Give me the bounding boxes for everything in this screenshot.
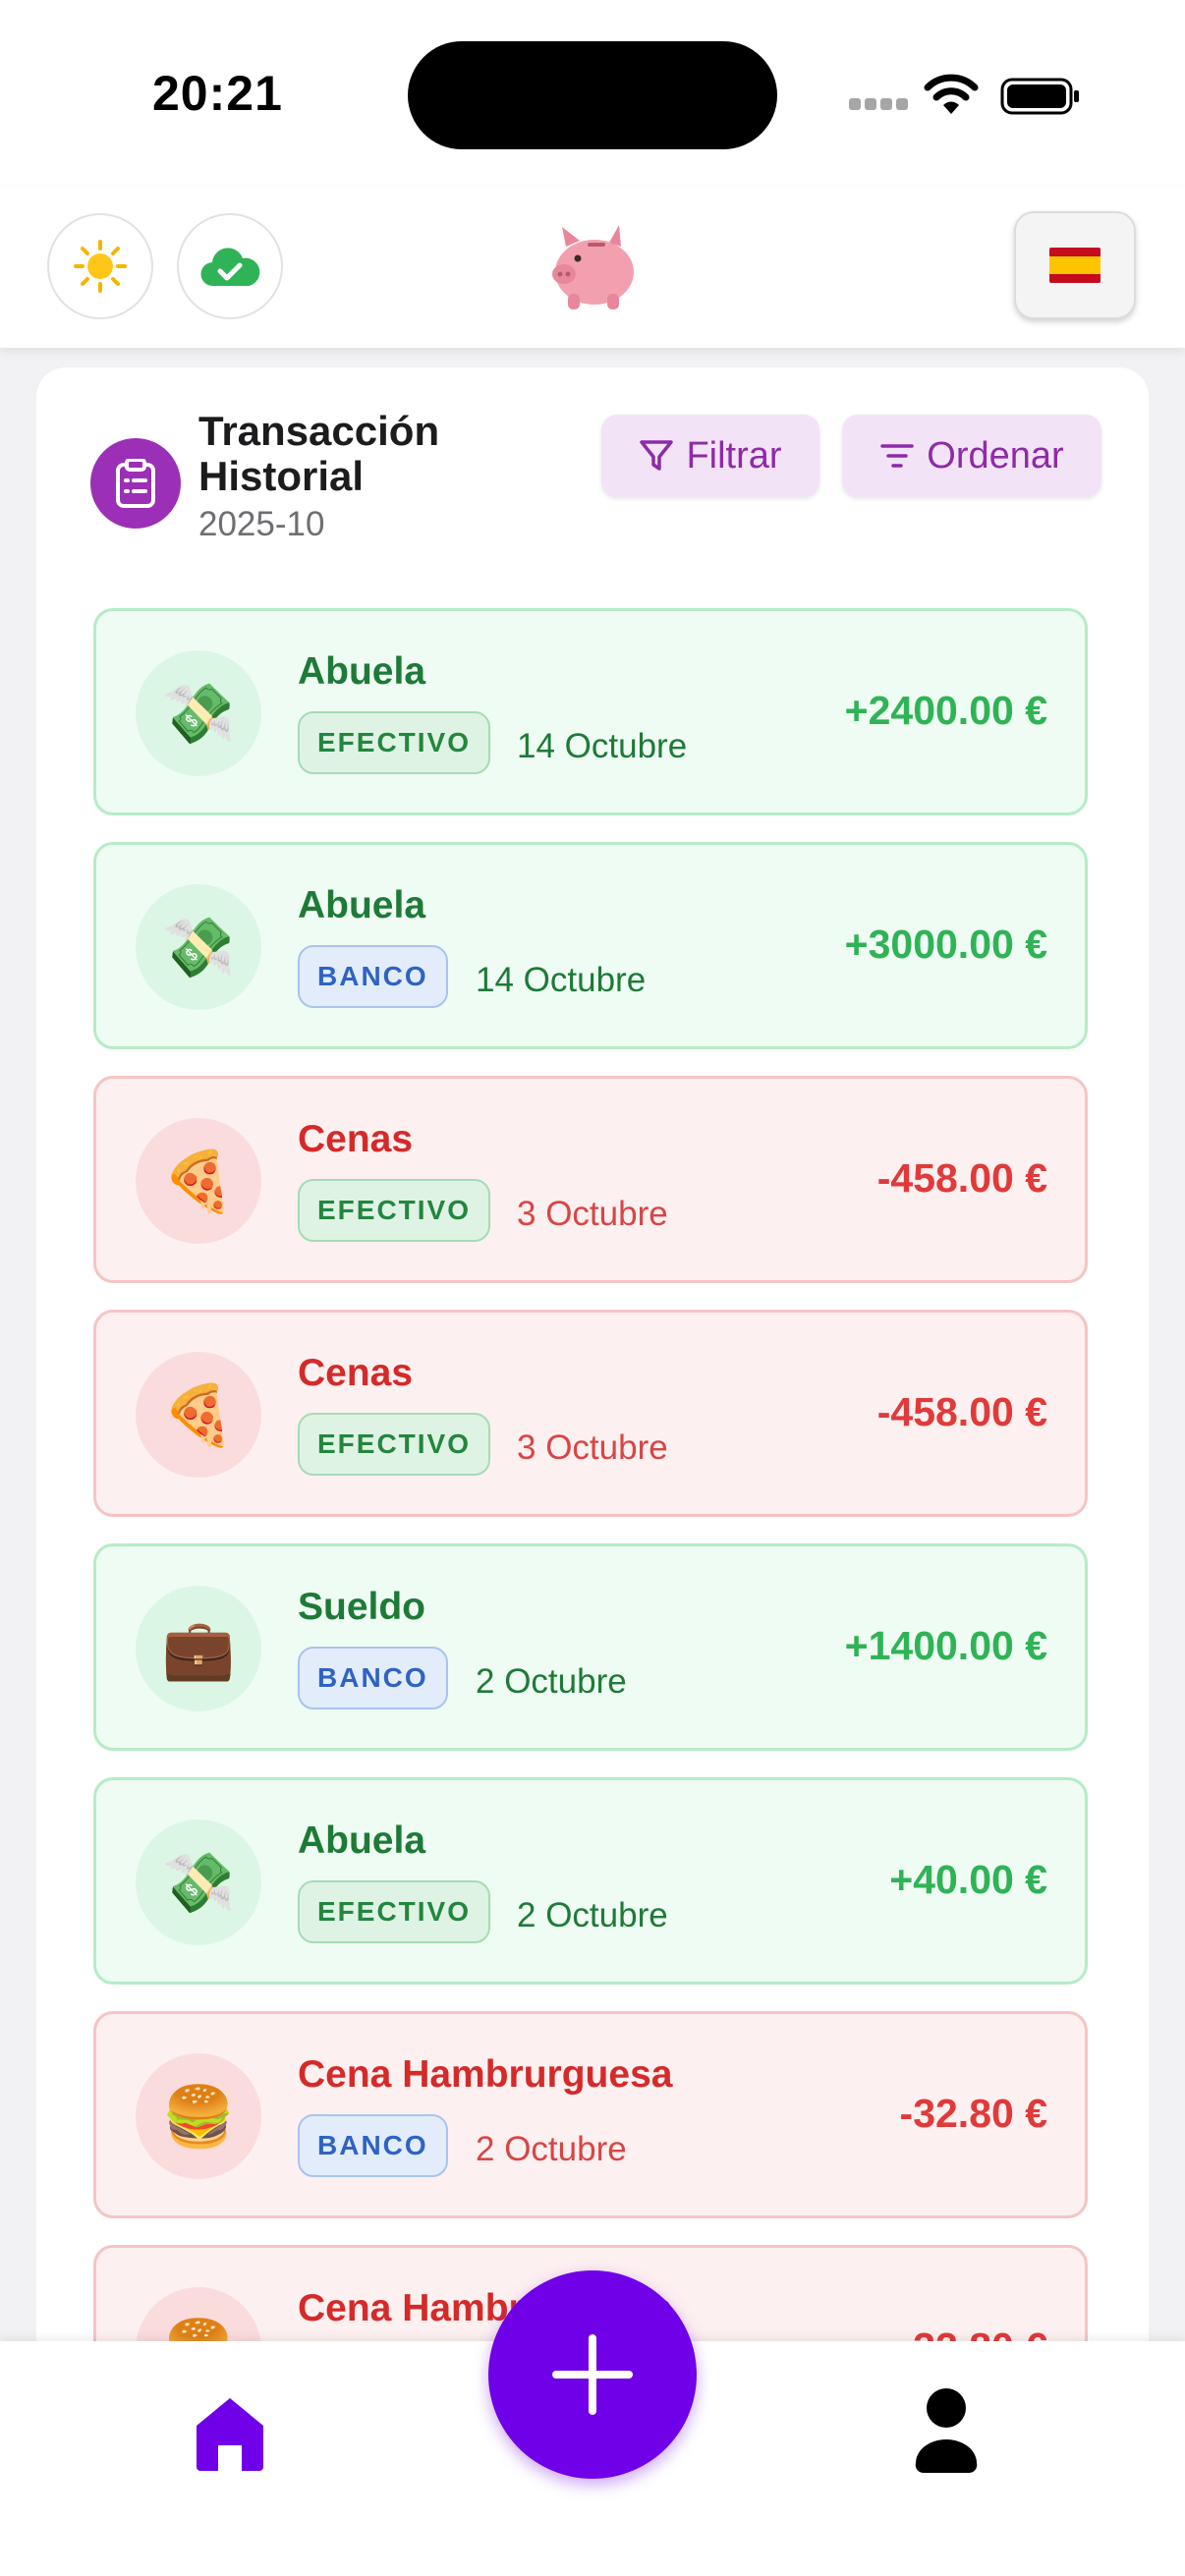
pizza-icon: 🍕 (136, 1118, 261, 1244)
payment-method-badge: BANCO (298, 1647, 448, 1709)
dynamic-island (408, 41, 777, 149)
transaction-row[interactable]: 💸 Abuela EFECTIVO 14 Octubre +2400.00 € (93, 608, 1088, 815)
transaction-row[interactable]: 💼 Sueldo BANCO 2 Octubre +1400.00 € (93, 1543, 1088, 1751)
transaction-name: Abuela (298, 1820, 426, 1862)
payment-method-badge: EFECTIVO (298, 1880, 491, 1943)
sort-icon (880, 444, 915, 468)
transaction-date: 2 Octubre (476, 2130, 627, 2168)
theme-toggle-button[interactable] (47, 213, 153, 319)
spain-flag-icon (1049, 248, 1100, 283)
transaction-name: Abuela (298, 884, 426, 926)
transaction-amount: +1400.00 € (844, 1623, 1047, 1668)
transaction-name: Cenas (298, 1352, 414, 1394)
payment-method-badge: EFECTIVO (298, 1413, 491, 1476)
history-period: 2025-10 (198, 505, 325, 543)
transaction-name: Sueldo (298, 1586, 426, 1628)
transaction-date: 14 Octubre (517, 727, 688, 765)
payment-method-badge: EFECTIVO (298, 1179, 491, 1242)
language-button[interactable] (1014, 211, 1136, 319)
transaction-amount: +3000.00 € (844, 922, 1047, 967)
user-icon[interactable] (914, 2386, 979, 2475)
transaction-date: 14 Octubre (476, 961, 647, 999)
filter-icon (640, 440, 674, 471)
transaction-row[interactable]: 🍕 Cenas EFECTIVO 3 Octubre -458.00 € (93, 1076, 1088, 1283)
battery-icon (1000, 78, 1079, 115)
clipboard-icon (90, 438, 181, 529)
transaction-history-card: Transacción Historial 2025-10 Filtrar Or… (36, 367, 1149, 2576)
filter-label: Filtrar (686, 434, 782, 476)
cloud-sync-button[interactable] (177, 213, 283, 319)
app-screen: 20:21 Transacción Historial 2025-10 Filt… (0, 0, 1185, 2576)
status-bar: 20:21 (0, 0, 1185, 187)
payment-method-badge: BANCO (298, 2114, 448, 2177)
cellular-signal-icon (849, 98, 910, 112)
payment-method-badge: BANCO (298, 945, 448, 1008)
filter-button[interactable]: Filtrar (601, 415, 819, 497)
transaction-amount: -458.00 € (876, 1155, 1047, 1201)
transaction-date: 3 Octubre (517, 1195, 668, 1233)
piggy-bank-icon (552, 225, 634, 309)
transaction-row[interactable]: 🍕 Cenas EFECTIVO 3 Octubre -458.00 € (93, 1310, 1088, 1517)
wifi-icon (924, 74, 979, 114)
transaction-date: 3 Octubre (517, 1428, 668, 1467)
transaction-amount: -458.00 € (876, 1389, 1047, 1434)
money-wings-icon: 💸 (136, 650, 261, 776)
payment-method-badge: EFECTIVO (298, 711, 491, 774)
sort-button[interactable]: Ordenar (842, 415, 1101, 497)
hamburger-icon: 🍔 (136, 2053, 261, 2179)
transaction-row[interactable]: 💸 Abuela BANCO 14 Octubre +3000.00 € (93, 842, 1088, 1049)
sort-label: Ordenar (927, 434, 1064, 476)
transaction-name: Abuela (298, 650, 426, 693)
cloud-check-icon (200, 248, 260, 287)
home-icon[interactable] (193, 2394, 267, 2473)
transaction-row[interactable]: 💸 Abuela EFECTIVO 2 Octubre +40.00 € (93, 1777, 1088, 1985)
history-title: Transacción Historial (198, 408, 440, 499)
money-wings-icon: 💸 (136, 1820, 261, 1945)
transaction-name: Cena Hambrurguesa (298, 2053, 673, 2096)
sun-icon (74, 240, 127, 293)
transaction-date: 2 Octubre (476, 1662, 627, 1701)
transaction-amount: +40.00 € (889, 1857, 1047, 1902)
transaction-amount: -32.80 € (899, 2091, 1047, 2136)
transaction-date: 2 Octubre (517, 1896, 668, 1934)
pizza-icon: 🍕 (136, 1352, 261, 1478)
plus-icon (552, 2334, 633, 2415)
transaction-name: Cenas (298, 1118, 414, 1160)
briefcase-icon: 💼 (136, 1586, 261, 1711)
app-header (0, 187, 1185, 348)
transaction-row[interactable]: 🍔 Cena Hambrurguesa BANCO 2 Octubre -32.… (93, 2011, 1088, 2218)
status-time: 20:21 (152, 66, 283, 121)
add-transaction-button[interactable] (488, 2270, 697, 2479)
transaction-amount: +2400.00 € (844, 688, 1047, 733)
transaction-list: 💸 Abuela EFECTIVO 14 Octubre +2400.00 € … (93, 608, 1088, 2479)
money-wings-icon: 💸 (136, 884, 261, 1010)
